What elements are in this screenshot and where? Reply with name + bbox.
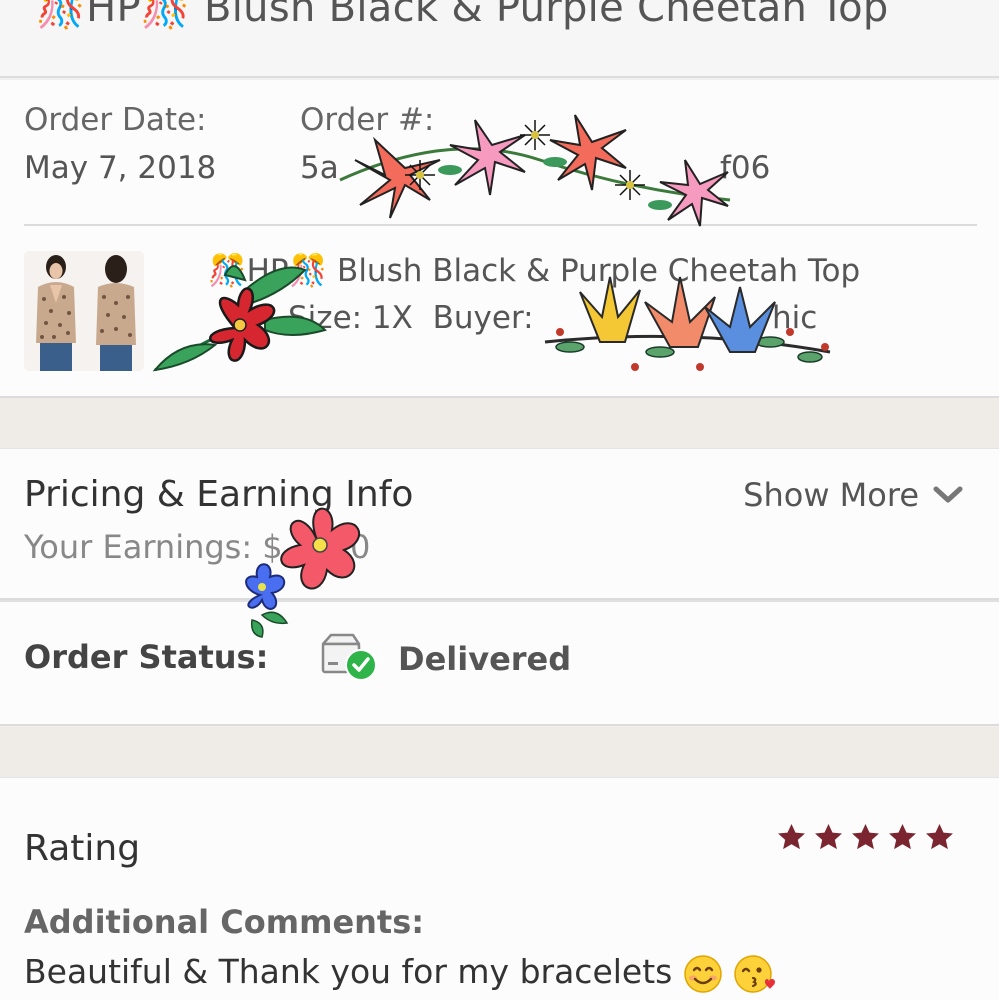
- comments-text-row: Beautiful & Thank you for my bracelets: [24, 952, 777, 994]
- star-icon: [778, 823, 805, 850]
- pricing-card: [0, 448, 999, 600]
- buyer-label: Buyer:: [432, 300, 534, 336]
- show-more-label: Show More: [743, 476, 919, 514]
- order-divider: [24, 224, 977, 226]
- order-date-label: Order Date:: [24, 102, 207, 138]
- buyer-name-end: hic: [772, 300, 818, 336]
- comments-label: Additional Comments:: [24, 903, 425, 941]
- kissing-face-emoji: [734, 954, 776, 993]
- chevron-down-icon: [933, 486, 963, 503]
- order-number-end: f06: [720, 150, 771, 186]
- listing-title: 🎊HP🎊 Blush Black & Purple Cheetah Top: [36, 0, 889, 31]
- listing-title-bar: 🎊HP🎊 Blush Black & Purple Cheetah Top: [0, 0, 999, 78]
- star-icon: [926, 823, 953, 850]
- smiling-face-emoji: [684, 954, 722, 993]
- product-photo-icon: [24, 251, 144, 371]
- star-icon: [889, 823, 916, 850]
- order-info-card: Order Date: May 7, 2018 Order #: 5a f06: [0, 80, 999, 398]
- earnings-label: Your Earnings: $: [24, 528, 283, 566]
- item-title[interactable]: 🎊HP🎊 Blush Black & Purple Cheetah Top: [208, 252, 860, 289]
- section-gap: [0, 398, 999, 448]
- item-meta: Size: 1X Buyer:: [288, 300, 534, 336]
- order-status-label: Order Status:: [24, 638, 269, 676]
- show-more-button[interactable]: Show More: [743, 476, 963, 514]
- star-icon: [852, 823, 879, 850]
- rating-heading: Rating: [24, 828, 141, 869]
- item-thumbnail[interactable]: [24, 251, 144, 371]
- item-size: Size: 1X: [288, 300, 413, 336]
- order-number-start: 5a: [300, 150, 339, 186]
- comments-text: Beautiful & Thank you for my bracelets: [24, 952, 673, 991]
- pricing-heading: Pricing & Earning Info: [24, 474, 414, 515]
- section-gap-2: [0, 727, 999, 777]
- order-number-label: Order #:: [300, 102, 435, 138]
- order-date-value: May 7, 2018: [24, 150, 217, 186]
- rating-stars: [776, 822, 955, 853]
- star-icon: [815, 823, 842, 850]
- order-status-value: Delivered: [398, 640, 572, 678]
- earnings-value-end: 0: [350, 528, 371, 566]
